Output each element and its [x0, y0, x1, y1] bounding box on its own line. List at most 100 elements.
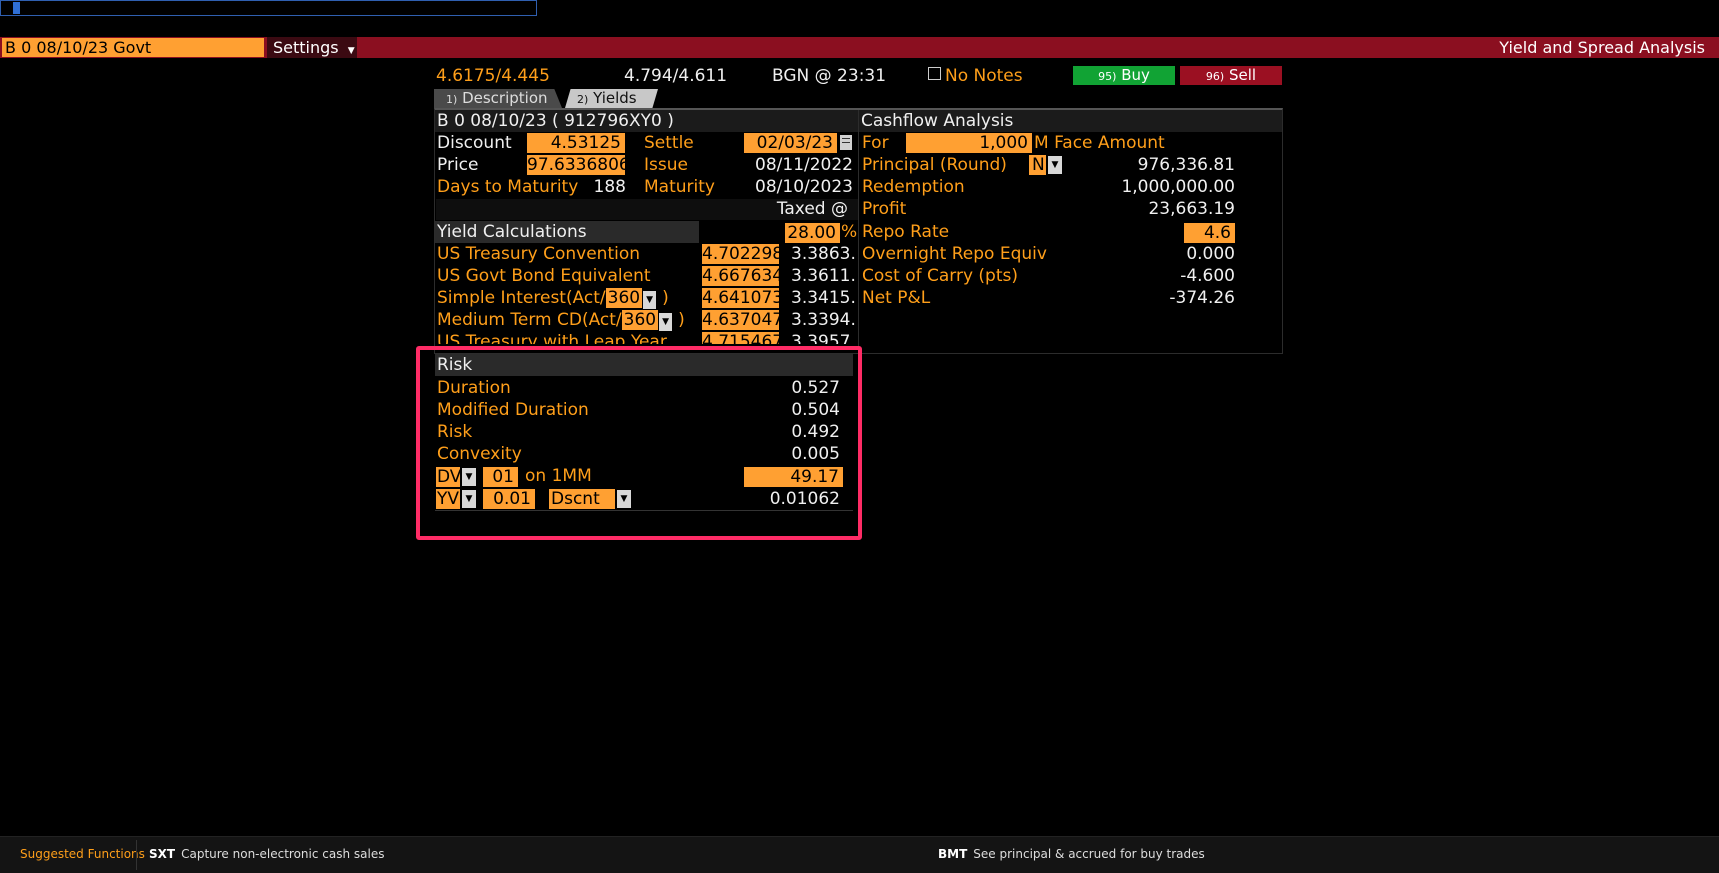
- yv-select[interactable]: YV: [436, 489, 460, 509]
- yv-type-select[interactable]: Dscnt: [549, 489, 615, 509]
- dv-bp-input[interactable]: 01: [483, 467, 518, 487]
- risk-value: 0.492: [791, 422, 840, 442]
- medium-term-cd-basis-select[interactable]: 360: [621, 310, 659, 330]
- redemption-value: 1,000,000.00: [1121, 177, 1235, 197]
- discount-label: Discount: [437, 133, 512, 153]
- sell-key: 96): [1205, 70, 1225, 83]
- notes-link[interactable]: No Notes: [928, 66, 1023, 86]
- discount-input[interactable]: 4.53125: [527, 133, 625, 153]
- yield-row-value[interactable]: 4.641073: [702, 288, 783, 308]
- issue-label: Issue: [644, 155, 688, 175]
- tab-description[interactable]: 1) Description: [434, 89, 562, 108]
- risk-bottom-rule: [435, 510, 853, 511]
- chevron-down-icon: ▼: [347, 46, 355, 56]
- principal-label: Principal (Round): [862, 155, 1007, 175]
- principal-round-select[interactable]: N: [1029, 155, 1046, 175]
- duration-value: 0.527: [791, 378, 840, 398]
- yield-row-value[interactable]: 4.667634: [702, 266, 783, 286]
- cursor: [13, 2, 20, 14]
- duration-label: Duration: [437, 378, 511, 398]
- suggested-function-bmt[interactable]: BMT See principal & accrued for buy trade…: [938, 847, 1205, 861]
- basis-value: 360: [623, 310, 657, 330]
- tax-rate-input[interactable]: 28.00: [785, 223, 840, 243]
- repo-rate-input[interactable]: 4.6: [1184, 223, 1235, 243]
- net-pnl-label: Net P&L: [862, 288, 931, 308]
- footer-separator: [136, 840, 137, 870]
- command-line-input[interactable]: [0, 0, 537, 16]
- issue-date: 08/11/2022: [755, 155, 853, 175]
- yield-row-taxed: 3.3394...: [791, 310, 857, 330]
- basis-value: 360: [607, 288, 641, 308]
- chevron-down-icon[interactable]: ▼: [659, 313, 673, 331]
- settle-label: Settle: [644, 133, 694, 153]
- simple-interest-label-text: Simple Interest(Act/: [437, 288, 606, 308]
- close-paren: ): [678, 310, 685, 330]
- pricing-source-time: BGN @ 23:31: [772, 66, 887, 86]
- face-amount-label: M Face Amount: [1034, 133, 1165, 153]
- for-label: For: [862, 133, 889, 153]
- chevron-down-icon[interactable]: ▼: [617, 490, 631, 508]
- dv01-value[interactable]: 49.17: [744, 467, 843, 487]
- buy-button[interactable]: 95) Buy: [1073, 66, 1175, 85]
- convexity-label: Convexity: [437, 444, 522, 464]
- calendar-icon[interactable]: [840, 135, 852, 150]
- leap-year-row-clip: US Treasury with Leap Year 4.715467 3.39…: [435, 331, 858, 344]
- yield-row-label: US Govt Bond Equivalent: [437, 266, 651, 286]
- yield-row-taxed: 3.3957: [791, 332, 851, 344]
- medium-term-cd-label-text: Medium Term CD(Act/: [437, 310, 622, 330]
- sell-label: Sell: [1228, 66, 1257, 84]
- yield-row-taxed: 3.3415...: [791, 288, 857, 308]
- chevron-down-icon[interactable]: ▼: [462, 490, 476, 508]
- bid-ask-quote: 4.6175/4.445: [436, 66, 550, 86]
- settings-menu[interactable]: Settings ▼: [267, 37, 357, 58]
- risk-label: Risk: [437, 422, 473, 442]
- function-code: SXT: [149, 847, 176, 861]
- function-description: See principal & accrued for buy trades: [973, 847, 1205, 861]
- yield-calculations-header: Yield Calculations: [435, 221, 699, 243]
- medium-term-cd-label: Medium Term CD(Act/360 ▼): [437, 309, 685, 331]
- dv-on-label: on 1MM: [525, 466, 592, 486]
- panel-divider: [858, 110, 859, 354]
- function-description: Capture non-electronic cash sales: [181, 847, 385, 861]
- yield-row-taxed: 3.3863...: [791, 244, 857, 264]
- yv-value: 0.01062: [769, 489, 840, 509]
- suggested-function-sxt[interactable]: SXT Capture non-electronic cash sales: [149, 847, 384, 861]
- settings-label: Settings: [273, 38, 339, 57]
- sell-button[interactable]: 96) Sell: [1180, 66, 1282, 85]
- profit-label: Profit: [862, 199, 907, 219]
- yield-row-label: US Treasury with Leap Year: [437, 332, 667, 344]
- overnight-repo-label: Overnight Repo Equiv: [862, 244, 1047, 264]
- function-code: BMT: [938, 847, 968, 861]
- redemption-label: Redemption: [862, 177, 965, 197]
- security-header: B 0 08/10/23 ( 912796XY0 ): [435, 110, 858, 132]
- profit-value: 23,663.19: [1148, 199, 1235, 219]
- settle-date-input[interactable]: 02/03/23: [744, 133, 837, 153]
- modified-duration-label: Modified Duration: [437, 400, 589, 420]
- yield-row-value[interactable]: 4.637047: [702, 310, 783, 330]
- note-icon: [928, 67, 941, 80]
- price-label: Price: [437, 155, 479, 175]
- chevron-down-icon[interactable]: ▼: [643, 291, 657, 309]
- cost-of-carry-label: Cost of Carry (pts): [862, 266, 1018, 286]
- chevron-down-icon[interactable]: ▼: [462, 468, 476, 486]
- tab-description-label: Description: [462, 89, 548, 107]
- dv-select[interactable]: DV: [436, 467, 461, 487]
- tab-yields[interactable]: 2) Yields: [565, 89, 658, 108]
- yield-row-taxed: 3.3611...: [791, 266, 857, 286]
- modified-duration-value: 0.504: [791, 400, 840, 420]
- security-field[interactable]: B 0 08/10/23 Govt: [2, 38, 264, 57]
- net-pnl-value: -374.26: [1169, 288, 1235, 308]
- tab-description-key: 1): [446, 93, 458, 106]
- close-paren: ): [662, 288, 669, 308]
- yield-row-value[interactable]: 4.702298: [702, 244, 783, 264]
- chevron-down-icon[interactable]: ▼: [1048, 156, 1062, 174]
- simple-interest-basis-select[interactable]: 360: [605, 288, 643, 308]
- overnight-repo-value: 0.000: [1186, 244, 1235, 264]
- buy-label: Buy: [1121, 66, 1150, 84]
- face-amount-input[interactable]: 1,000: [906, 133, 1032, 153]
- yv-amount-input[interactable]: 0.01: [483, 489, 535, 509]
- tab-yields-label: Yields: [593, 89, 637, 107]
- convexity-value: 0.005: [791, 444, 840, 464]
- price-input[interactable]: 97.6336806: [527, 155, 630, 175]
- yield-row-value[interactable]: 4.715467: [702, 332, 783, 344]
